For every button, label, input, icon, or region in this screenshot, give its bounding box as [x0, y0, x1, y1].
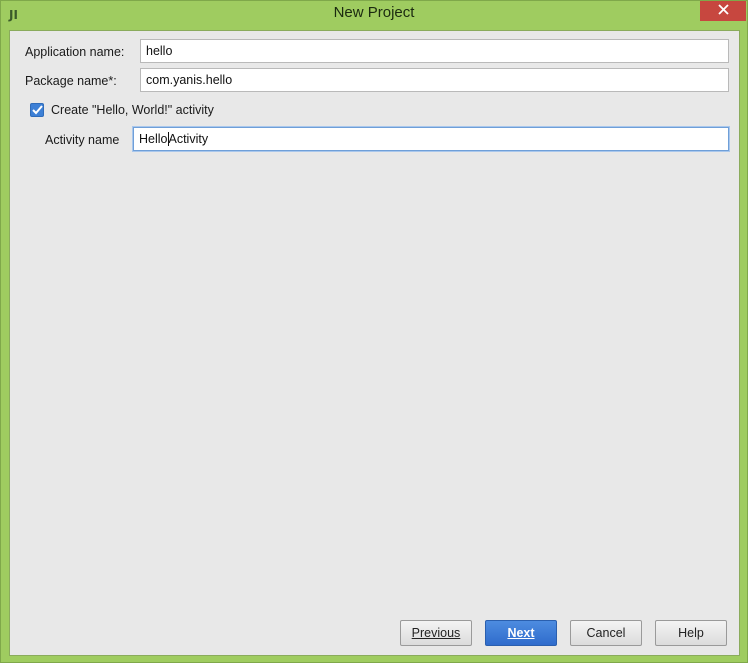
package-name-input[interactable]: com.yanis.hello: [140, 68, 729, 92]
previous-button[interactable]: Previous: [400, 620, 472, 646]
create-activity-label: Create "Hello, World!" activity: [51, 103, 214, 117]
package-name-label: Package name*:: [25, 74, 117, 88]
activity-name-input[interactable]: Hello Activity: [133, 127, 729, 151]
title-bar[interactable]: JI New Project: [1, 1, 747, 29]
window-title: New Project: [333, 4, 415, 21]
app-name-input[interactable]: hello: [140, 39, 729, 63]
next-button[interactable]: Next: [485, 620, 557, 646]
activity-name-row: Activity name: [45, 130, 119, 150]
package-name-value: com.yanis.hello: [146, 73, 233, 87]
app-name-value: hello: [146, 44, 173, 58]
create-activity-row[interactable]: Create "Hello, World!" activity: [30, 101, 214, 119]
activity-name-value-part2: Activity: [168, 132, 209, 146]
new-project-window: JI New Project Application name: hello P…: [0, 0, 748, 663]
app-name-label: Application name:: [25, 45, 125, 59]
previous-button-label: Previous: [411, 626, 461, 640]
app-name-row: Application name:: [25, 42, 124, 62]
activity-name-value-part1: Hello: [139, 132, 168, 146]
cancel-button[interactable]: Cancel: [570, 620, 642, 646]
cancel-button-label: Cancel: [586, 626, 626, 640]
checkmark-icon: [31, 105, 43, 115]
close-button[interactable]: [700, 1, 746, 21]
help-button-label: Help: [678, 626, 704, 640]
package-name-row: Package name*:: [25, 71, 117, 91]
close-icon: [717, 4, 729, 18]
activity-name-label: Activity name: [45, 133, 120, 147]
next-button-label: Next: [507, 626, 535, 640]
dialog-content: Application name: hello Package name*: c…: [9, 30, 740, 656]
create-activity-checkbox[interactable]: [30, 103, 44, 117]
help-button[interactable]: Help: [655, 620, 727, 646]
